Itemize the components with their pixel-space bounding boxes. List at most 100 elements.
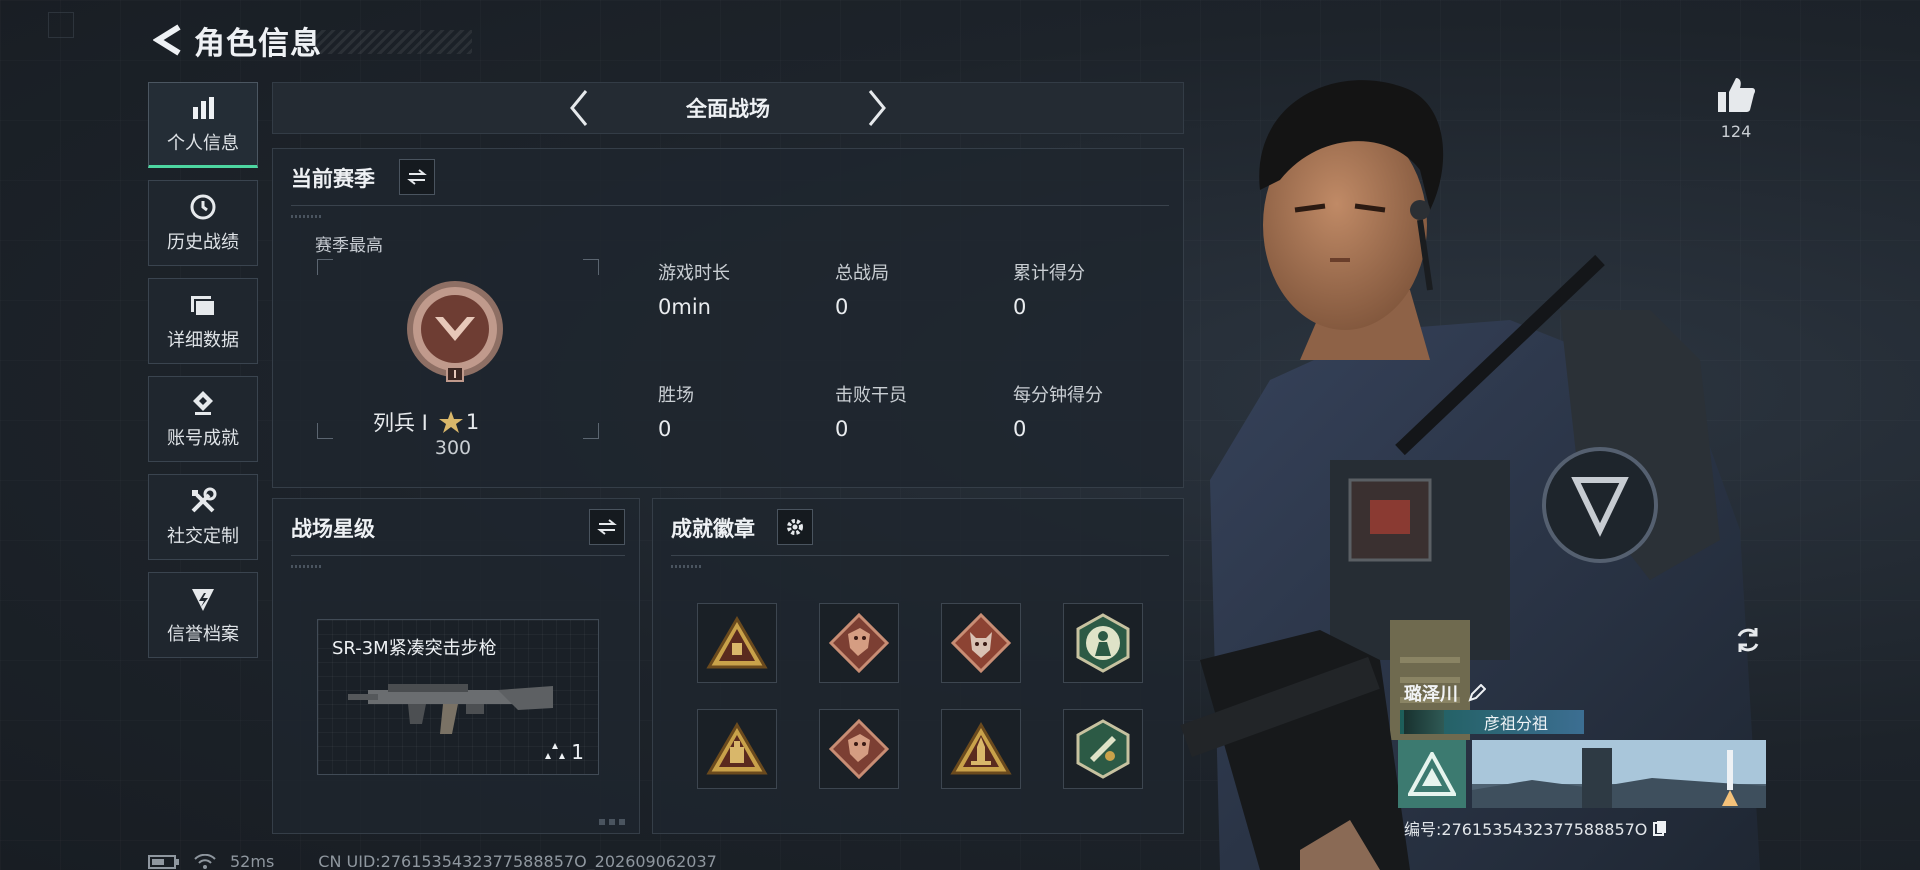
weapon-star-level: 1 [543,740,584,764]
stat-score-per-minute: 每分钟得分 0 [1013,385,1103,441]
rank-points: 300 [434,437,472,459]
badge-slot[interactable] [819,709,899,789]
sidebar: 个人信息 历史战绩 详细数据 账号成就 社交定制 信誉档案 [148,82,260,670]
clock-icon [188,192,218,222]
season-best-label: 赛季最高 [315,236,383,256]
rank-stars: 1 [465,410,480,434]
wifi-icon [194,853,216,869]
dragon-badge-icon [828,612,890,674]
rifle-image [348,684,553,734]
corner-ticks [599,819,629,825]
stat-playtime: 游戏时长 0min [658,263,730,319]
badge-slot[interactable] [941,603,1021,683]
corner-decoration [48,12,74,38]
player-title-tag: 彦祖分祖 [1400,710,1584,734]
badge-slot[interactable] [697,709,777,789]
star-level-switch-button[interactable] [589,509,625,545]
dragon-badge-icon [828,718,890,780]
chevron-left-icon [570,90,588,126]
hex-soldier-badge-icon [1076,613,1130,673]
achievement-icon [188,388,218,418]
like-count: 124 [1720,122,1752,141]
player-banner[interactable] [1472,740,1766,808]
sidebar-item-label: 个人信息 [167,133,239,154]
rank-name-text: 列兵 Ⅰ [373,411,428,435]
avatar [1404,710,1444,734]
stat-wins: 胜场 0 [658,385,694,441]
gear-icon [787,519,803,535]
bar-chart-icon [188,93,218,123]
sidebar-item-label: 信誉档案 [167,624,239,645]
hex-gun-badge-icon [1076,719,1130,779]
sidebar-item-label: 历史战绩 [167,232,239,253]
weapon-card[interactable]: SR-3M紧凑突击步枪 1 [317,619,599,775]
like-button[interactable]: 124 [1706,76,1766,141]
page-header: 角色信息 [148,18,472,62]
player-name: 璐泽川 [1404,680,1486,706]
sidebar-item-label: 详细数据 [167,330,239,351]
copy-icon[interactable] [1653,820,1667,836]
prev-mode-button[interactable] [555,84,603,132]
title-decoration [302,30,472,54]
divider [291,555,625,556]
back-arrow-icon [153,24,181,56]
delta-emblem-icon [1408,752,1456,796]
divider [291,205,1169,206]
status-uid: CN UID:2761535432377588857O_202609062037 [318,852,717,870]
swap-icon [597,519,617,535]
badge-slot[interactable] [1063,709,1143,789]
player-uid: 编号:2761535432377588857O [1404,816,1667,840]
sidebar-item-label: 社交定制 [167,526,239,547]
sidebar-item-detailed-data[interactable]: 详细数据 [148,278,258,364]
season-panel: 当前赛季 赛季最高 列兵 Ⅰ 1 300 游戏时长 0min 总战局 0 累计得分 0 [272,148,1184,488]
refresh-icon [1737,628,1759,652]
swap-icon [407,169,427,185]
season-switch-button[interactable] [399,159,435,195]
star-level-panel: 战场星级 SR-3M紧凑突击步枪 1 [272,498,640,834]
mode-title: 全面战场 [686,97,770,121]
stat-total-matches: 总战局 0 [835,263,889,319]
sidebar-item-achievements[interactable]: 账号成就 [148,376,258,462]
back-button[interactable] [148,20,188,60]
mode-tab-bar: 全面战场 [272,82,1184,134]
tools-icon [188,486,218,516]
battery-icon [148,854,179,869]
weapon-name: SR-3M紧凑突击步枪 [332,638,497,659]
credit-icon [188,584,218,614]
next-mode-button[interactable] [853,84,901,132]
badges-settings-button[interactable] [777,509,813,545]
status-bar: 52ms CN UID:2761535432377588857O_2026090… [148,852,717,870]
season-title: 当前赛季 [291,167,375,191]
edit-icon[interactable] [1468,684,1486,702]
sidebar-item-label: 账号成就 [167,428,239,449]
star-icon [438,411,463,433]
sidebar-item-history[interactable]: 历史战绩 [148,180,258,266]
stat-total-score: 累计得分 0 [1013,263,1085,319]
badge-slot[interactable] [697,603,777,683]
divider-mark [291,565,321,568]
rank-medal-icon [403,279,507,383]
player-emblem[interactable] [1398,740,1466,808]
sidebar-item-personal-info[interactable]: 个人信息 [148,82,258,168]
star-level-title: 战场星级 [291,517,375,541]
badges-panel: 成就徽章 [652,498,1184,834]
ping-value: 52ms [230,852,275,870]
sidebar-item-social[interactable]: 社交定制 [148,474,258,560]
divider-mark [671,565,701,568]
badges-title: 成就徽章 [671,517,755,541]
badge-slot[interactable] [1063,603,1143,683]
divider-mark [291,215,321,218]
chevron-right-icon [868,90,886,126]
badge-slot[interactable] [819,603,899,683]
badge-slot[interactable] [941,709,1021,789]
thumbs-up-icon [1718,78,1756,112]
wolf-badge-icon [950,612,1012,674]
tri-star-icon [545,743,566,759]
triangle-badge-icon [706,616,768,669]
banner-image [1472,740,1766,808]
sidebar-item-credit[interactable]: 信誉档案 [148,572,258,658]
refresh-button[interactable] [1728,620,1768,660]
folder-icon [188,290,218,320]
triangle-ammo-badge-icon [706,722,768,775]
rank-name: 列兵 Ⅰ 1 [373,407,573,437]
